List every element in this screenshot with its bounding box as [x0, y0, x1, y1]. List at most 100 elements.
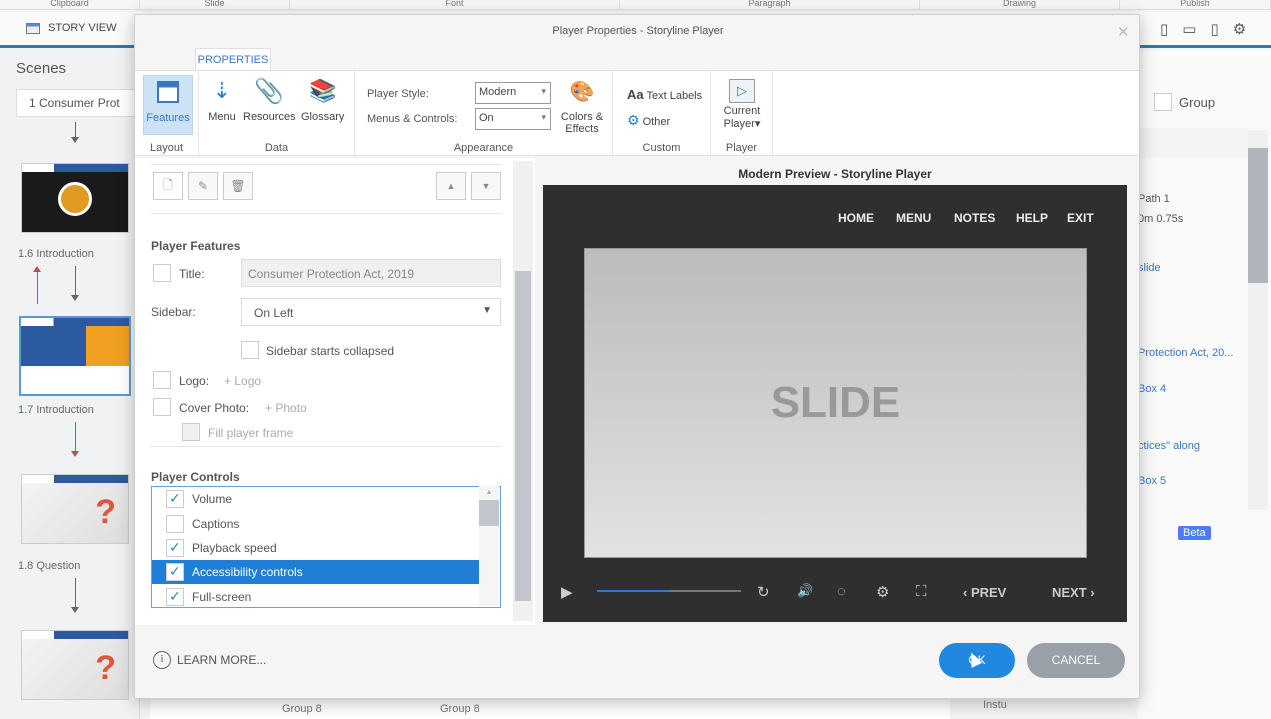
story-view-icon	[26, 22, 40, 34]
other-button[interactable]: ⚙ Other	[627, 112, 670, 129]
slide-thumbnail[interactable]: ?	[21, 630, 129, 700]
nav-menu[interactable]: MENU	[896, 211, 931, 225]
flow-arrow-icon	[71, 422, 79, 457]
fill-frame-checkbox[interactable]	[182, 423, 200, 441]
flow-arrow-icon	[71, 266, 79, 301]
device-preview-toolbar: ▯ ▭ ▯ ⚙	[1160, 20, 1246, 38]
tablet-portrait-icon[interactable]: ▯	[1160, 20, 1168, 38]
group-label: Player	[725, 142, 758, 154]
fill-frame-label: Fill player frame	[208, 426, 294, 440]
accessibility-checkbox[interactable]	[166, 563, 184, 581]
gear-icon: ⚙	[627, 112, 640, 128]
player-controls-list: Volume Captions Playback speed Accessibi…	[151, 486, 501, 608]
trigger-link[interactable]: ctices" along	[1138, 440, 1248, 452]
cancel-button[interactable]: CANCEL	[1027, 643, 1125, 678]
logo-checkbox[interactable]	[153, 371, 171, 389]
title-input[interactable]: Consumer Protection Act, 2019	[241, 259, 501, 287]
title-checkbox[interactable]	[153, 264, 171, 282]
chevron-right-icon: ›	[1086, 585, 1095, 600]
slide-label: 1.7 Introduction	[18, 404, 94, 416]
gear-icon[interactable]: ⚙	[1233, 20, 1246, 38]
fullscreen-icon[interactable]: ⛶	[916, 583, 927, 600]
menus-controls-label: Menus & Controls:	[367, 113, 458, 125]
new-item-button[interactable]: 🗋	[153, 172, 183, 200]
play-icon[interactable]: ▶	[561, 583, 573, 601]
chevron-left-icon: ‹	[963, 585, 971, 600]
group-checkbox[interactable]	[1154, 93, 1172, 111]
palette-icon: 🎨	[569, 80, 595, 103]
controls-scrollbar[interactable]: ▲	[479, 486, 499, 606]
current-player-button[interactable]: ▷ Current Player▾	[719, 75, 765, 130]
volume-icon[interactable]: 🔊	[797, 583, 813, 599]
sidebar-label: Sidebar:	[151, 305, 196, 319]
features-button[interactable]: Features	[143, 75, 193, 135]
learn-more-link[interactable]: i LEARN MORE...	[153, 651, 266, 669]
prev-button[interactable]: ‹ PREV	[963, 585, 1006, 600]
seek-bar[interactable]	[597, 590, 741, 592]
menu-button[interactable]: ⇣ Menu	[207, 75, 237, 123]
glossary-button[interactable]: 📚 Glossary	[301, 75, 344, 123]
nav-notes[interactable]: NOTES	[954, 211, 995, 225]
control-item-fullscreen[interactable]: Full-screen	[152, 585, 479, 607]
close-icon[interactable]: ✕	[1117, 23, 1130, 41]
move-up-button[interactable]: ▲	[436, 172, 466, 200]
delete-item-button[interactable]: 🗑	[223, 172, 253, 200]
nav-help[interactable]: HELP	[1016, 211, 1048, 225]
volume-checkbox[interactable]	[166, 490, 184, 508]
slide-text: SLIDE	[770, 378, 901, 427]
add-photo-link[interactable]: + Photo	[265, 401, 307, 415]
story-view-button[interactable]: STORY VIEW	[26, 22, 116, 34]
sidebar-collapsed-label: Sidebar starts collapsed	[266, 344, 395, 358]
sidebar-collapsed-checkbox[interactable]	[241, 341, 259, 359]
slide-thumbnail-selected[interactable]	[19, 316, 131, 396]
ribbon-group-slide: Slide	[140, 0, 290, 9]
timeline-row-label: Group 8	[440, 703, 480, 715]
move-down-button[interactable]: ▼	[471, 172, 501, 200]
playback-speed-icon[interactable]: ◌	[837, 583, 846, 600]
player-style-label: Player Style:	[367, 88, 429, 100]
group-label: Appearance	[453, 142, 514, 154]
control-item-accessibility[interactable]: Accessibility controls	[152, 560, 479, 584]
replay-icon[interactable]: ↻	[757, 583, 770, 601]
nav-exit[interactable]: EXIT	[1067, 211, 1094, 225]
player-features-heading: Player Features	[151, 239, 241, 253]
player-preview: HOME MENU NOTES HELP EXIT SLIDE ▶ ↻ 🔊 ◌ …	[543, 185, 1127, 622]
features-icon	[153, 76, 183, 108]
panel-header	[1138, 128, 1248, 158]
slide-thumbnail[interactable]: ?	[21, 474, 129, 544]
settings-gear-icon[interactable]: ⚙	[876, 583, 889, 601]
add-logo-link[interactable]: + Logo	[224, 374, 261, 388]
trigger-link[interactable]: slide	[1138, 262, 1248, 274]
control-item-captions[interactable]: Captions	[152, 512, 479, 536]
control-item-playback-speed[interactable]: Playback speed	[152, 536, 479, 560]
sidebar-select[interactable]: On Left ▼	[241, 298, 501, 326]
phone-icon[interactable]: ▯	[1210, 20, 1218, 38]
resources-button[interactable]: 📎 Resources	[243, 75, 296, 124]
menu-icon: ⇣	[212, 78, 232, 103]
right-scrollbar[interactable]	[1248, 130, 1268, 510]
captions-checkbox[interactable]	[166, 515, 184, 533]
trigger-link[interactable]: Protection Act, 20...	[1138, 347, 1248, 359]
nav-home[interactable]: HOME	[838, 211, 874, 225]
playback-speed-checkbox[interactable]	[166, 539, 184, 557]
trigger-link[interactable]: Box 4	[1138, 383, 1248, 395]
text-labels-button[interactable]: Aa Text Labels	[627, 87, 702, 102]
colors-effects-button[interactable]: 🎨 Colors & Effects	[557, 75, 607, 136]
trigger-link[interactable]: Box 5	[1138, 475, 1248, 487]
edit-item-button[interactable]: ✎	[188, 172, 218, 200]
slide-thumbnail[interactable]	[21, 163, 129, 233]
fullscreen-checkbox[interactable]	[166, 588, 184, 606]
ribbon-group-drawing: Drawing	[920, 0, 1120, 9]
config-scrollbar-thumb[interactable]	[515, 271, 531, 601]
scene-dropdown[interactable]: 1 Consumer Prot	[16, 89, 136, 117]
player-style-select[interactable]: Modern	[475, 82, 551, 104]
menus-controls-select[interactable]: On	[475, 108, 551, 130]
flow-arrow-icon	[71, 122, 79, 143]
story-view-label: STORY VIEW	[48, 22, 117, 34]
tab-properties[interactable]: PROPERTIES	[195, 48, 271, 70]
cover-photo-checkbox[interactable]	[153, 398, 171, 416]
next-button[interactable]: NEXT ›	[1052, 585, 1095, 600]
tablet-landscape-icon[interactable]: ▭	[1182, 20, 1196, 38]
timeline-instu: Instu	[983, 699, 1007, 711]
control-item-volume[interactable]: Volume	[152, 487, 479, 511]
